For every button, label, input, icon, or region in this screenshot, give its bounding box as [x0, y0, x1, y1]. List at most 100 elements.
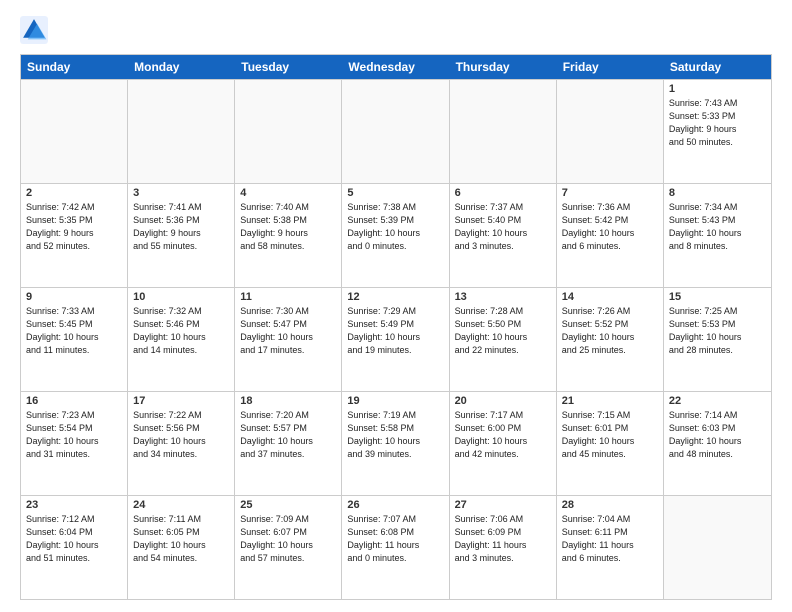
- day-number: 22: [669, 395, 766, 407]
- cal-cell: [342, 80, 449, 183]
- day-info: Sunrise: 7:40 AM Sunset: 5:38 PM Dayligh…: [240, 201, 336, 253]
- cal-cell: 26 Sunrise: 7:07 AM Sunset: 6:08 PM Dayli…: [342, 496, 449, 599]
- cal-cell: 9 Sunrise: 7:33 AM Sunset: 5:45 PM Daylig…: [21, 288, 128, 391]
- day-number: 5: [347, 187, 443, 199]
- day-number: 9: [26, 291, 122, 303]
- day-number: 24: [133, 499, 229, 511]
- weekday-header-thursday: Thursday: [450, 55, 557, 79]
- day-info: Sunrise: 7:06 AM Sunset: 6:09 PM Dayligh…: [455, 513, 551, 565]
- day-number: 23: [26, 499, 122, 511]
- day-info: Sunrise: 7:30 AM Sunset: 5:47 PM Dayligh…: [240, 305, 336, 357]
- day-info: Sunrise: 7:34 AM Sunset: 5:43 PM Dayligh…: [669, 201, 766, 253]
- cal-cell: 16Sunrise: 7:23 AM Sunset: 5:54 PM Dayli…: [21, 392, 128, 495]
- day-info: Sunrise: 7:17 AM Sunset: 6:00 PM Dayligh…: [455, 409, 551, 461]
- weekday-header-wednesday: Wednesday: [342, 55, 449, 79]
- day-info: Sunrise: 7:19 AM Sunset: 5:58 PM Dayligh…: [347, 409, 443, 461]
- cal-cell: 12 Sunrise: 7:29 AM Sunset: 5:49 PM Dayli…: [342, 288, 449, 391]
- calendar-body: 1 Sunrise: 7:43 AM Sunset: 5:33 PM Daylig…: [21, 79, 771, 599]
- day-info: Sunrise: 7:26 AM Sunset: 5:52 PM Dayligh…: [562, 305, 658, 357]
- cal-cell: 7 Sunrise: 7:36 AM Sunset: 5:42 PM Daylig…: [557, 184, 664, 287]
- cal-cell: 8 Sunrise: 7:34 AM Sunset: 5:43 PM Daylig…: [664, 184, 771, 287]
- day-info: Sunrise: 7:33 AM Sunset: 5:45 PM Dayligh…: [26, 305, 122, 357]
- cal-cell: 5 Sunrise: 7:38 AM Sunset: 5:39 PM Daylig…: [342, 184, 449, 287]
- day-info: Sunrise: 7:38 AM Sunset: 5:39 PM Dayligh…: [347, 201, 443, 253]
- cal-cell: 10 Sunrise: 7:32 AM Sunset: 5:46 PM Dayli…: [128, 288, 235, 391]
- page-header: [20, 16, 772, 44]
- cal-cell: [664, 496, 771, 599]
- cal-cell: 15 Sunrise: 7:25 AM Sunset: 5:53 PM Dayli…: [664, 288, 771, 391]
- day-info: Sunrise: 7:37 AM Sunset: 5:40 PM Dayligh…: [455, 201, 551, 253]
- cal-cell: 20 Sunrise: 7:17 AM Sunset: 6:00 PM Dayli…: [450, 392, 557, 495]
- weekday-header-tuesday: Tuesday: [235, 55, 342, 79]
- day-number: 15: [669, 291, 766, 303]
- cal-cell: 25Sunrise: 7:09 AM Sunset: 6:07 PM Dayli…: [235, 496, 342, 599]
- cal-cell: 4 Sunrise: 7:40 AM Sunset: 5:38 PM Daylig…: [235, 184, 342, 287]
- day-number: 4: [240, 187, 336, 199]
- day-info: Sunrise: 7:25 AM Sunset: 5:53 PM Dayligh…: [669, 305, 766, 357]
- week-row-5: 23 Sunrise: 7:12 AM Sunset: 6:04 PM Dayli…: [21, 495, 771, 599]
- logo-icon: [20, 16, 48, 44]
- cal-cell: 3 Sunrise: 7:41 AM Sunset: 5:36 PM Daylig…: [128, 184, 235, 287]
- day-number: 3: [133, 187, 229, 199]
- day-info: Sunrise: 7:07 AM Sunset: 6:08 PM Dayligh…: [347, 513, 443, 565]
- day-info: Sunrise: 7:15 AM Sunset: 6:01 PM Dayligh…: [562, 409, 658, 461]
- week-row-4: 16Sunrise: 7:23 AM Sunset: 5:54 PM Dayli…: [21, 391, 771, 495]
- day-number: 17: [133, 395, 229, 407]
- day-info: Sunrise: 7:41 AM Sunset: 5:36 PM Dayligh…: [133, 201, 229, 253]
- day-info: Sunrise: 7:32 AM Sunset: 5:46 PM Dayligh…: [133, 305, 229, 357]
- day-number: 10: [133, 291, 229, 303]
- day-info: Sunrise: 7:11 AM Sunset: 6:05 PM Dayligh…: [133, 513, 229, 565]
- cal-cell: 2Sunrise: 7:42 AM Sunset: 5:35 PM Daylig…: [21, 184, 128, 287]
- cal-cell: 13 Sunrise: 7:28 AM Sunset: 5:50 PM Dayli…: [450, 288, 557, 391]
- cal-cell: 21 Sunrise: 7:15 AM Sunset: 6:01 PM Dayli…: [557, 392, 664, 495]
- day-number: 19: [347, 395, 443, 407]
- day-number: 21: [562, 395, 658, 407]
- weekday-header-friday: Friday: [557, 55, 664, 79]
- day-info: Sunrise: 7:04 AM Sunset: 6:11 PM Dayligh…: [562, 513, 658, 565]
- cal-cell: 1 Sunrise: 7:43 AM Sunset: 5:33 PM Daylig…: [664, 80, 771, 183]
- day-number: 6: [455, 187, 551, 199]
- week-row-1: 1 Sunrise: 7:43 AM Sunset: 5:33 PM Daylig…: [21, 79, 771, 183]
- day-number: 13: [455, 291, 551, 303]
- cal-cell: 27 Sunrise: 7:06 AM Sunset: 6:09 PM Dayli…: [450, 496, 557, 599]
- week-row-2: 2Sunrise: 7:42 AM Sunset: 5:35 PM Daylig…: [21, 183, 771, 287]
- weekday-header-monday: Monday: [128, 55, 235, 79]
- day-info: Sunrise: 7:23 AM Sunset: 5:54 PM Dayligh…: [26, 409, 122, 461]
- day-number: 27: [455, 499, 551, 511]
- day-info: Sunrise: 7:09 AM Sunset: 6:07 PM Dayligh…: [240, 513, 336, 565]
- day-number: 12: [347, 291, 443, 303]
- cal-cell: [21, 80, 128, 183]
- day-number: 2: [26, 187, 122, 199]
- calendar-header: SundayMondayTuesdayWednesdayThursdayFrid…: [21, 55, 771, 79]
- day-number: 1: [669, 83, 766, 95]
- day-number: 28: [562, 499, 658, 511]
- cal-cell: [450, 80, 557, 183]
- cal-cell: 22 Sunrise: 7:14 AM Sunset: 6:03 PM Dayli…: [664, 392, 771, 495]
- day-info: Sunrise: 7:14 AM Sunset: 6:03 PM Dayligh…: [669, 409, 766, 461]
- cal-cell: 14 Sunrise: 7:26 AM Sunset: 5:52 PM Dayli…: [557, 288, 664, 391]
- day-number: 20: [455, 395, 551, 407]
- week-row-3: 9 Sunrise: 7:33 AM Sunset: 5:45 PM Daylig…: [21, 287, 771, 391]
- day-number: 11: [240, 291, 336, 303]
- cal-cell: 18Sunrise: 7:20 AM Sunset: 5:57 PM Dayli…: [235, 392, 342, 495]
- cal-cell: 11 Sunrise: 7:30 AM Sunset: 5:47 PM Dayli…: [235, 288, 342, 391]
- cal-cell: 23 Sunrise: 7:12 AM Sunset: 6:04 PM Dayli…: [21, 496, 128, 599]
- logo: [20, 16, 54, 44]
- day-info: Sunrise: 7:43 AM Sunset: 5:33 PM Dayligh…: [669, 97, 766, 149]
- day-number: 26: [347, 499, 443, 511]
- day-info: Sunrise: 7:28 AM Sunset: 5:50 PM Dayligh…: [455, 305, 551, 357]
- weekday-header-saturday: Saturday: [664, 55, 771, 79]
- cal-cell: [235, 80, 342, 183]
- cal-cell: 17Sunrise: 7:22 AM Sunset: 5:56 PM Dayli…: [128, 392, 235, 495]
- weekday-header-sunday: Sunday: [21, 55, 128, 79]
- day-number: 8: [669, 187, 766, 199]
- day-info: Sunrise: 7:20 AM Sunset: 5:57 PM Dayligh…: [240, 409, 336, 461]
- day-info: Sunrise: 7:12 AM Sunset: 6:04 PM Dayligh…: [26, 513, 122, 565]
- day-info: Sunrise: 7:29 AM Sunset: 5:49 PM Dayligh…: [347, 305, 443, 357]
- day-number: 7: [562, 187, 658, 199]
- day-number: 14: [562, 291, 658, 303]
- cal-cell: 19 Sunrise: 7:19 AM Sunset: 5:58 PM Dayli…: [342, 392, 449, 495]
- cal-cell: [557, 80, 664, 183]
- day-info: Sunrise: 7:36 AM Sunset: 5:42 PM Dayligh…: [562, 201, 658, 253]
- cal-cell: [128, 80, 235, 183]
